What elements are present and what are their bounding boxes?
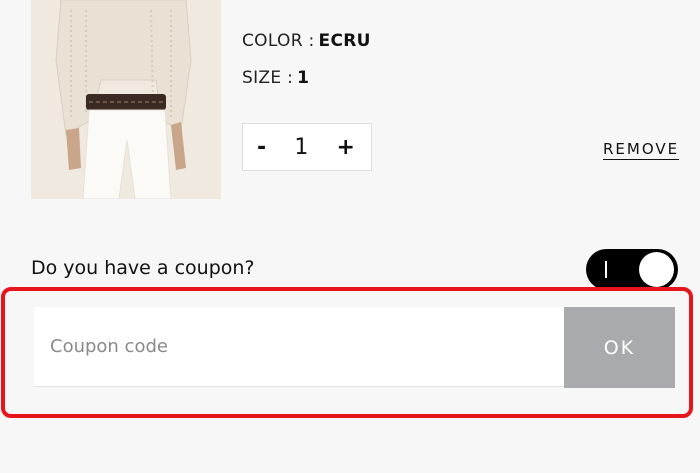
- coupon-ok-button[interactable]: OK: [564, 307, 675, 388]
- size-label: SIZE :: [242, 68, 294, 88]
- size-value: 1: [297, 68, 310, 88]
- coupon-question: Do you have a coupon?: [31, 257, 255, 279]
- color-value: ECRU: [318, 31, 371, 51]
- decrease-quantity-button[interactable]: -: [257, 135, 266, 160]
- color-label: COLOR :: [242, 31, 315, 51]
- toggle-on-icon: [605, 261, 607, 278]
- product-image: [31, 0, 221, 199]
- increase-quantity-button[interactable]: +: [337, 135, 355, 160]
- toggle-knob: [639, 252, 674, 287]
- product-color: COLOR : ECRU: [242, 31, 371, 51]
- quantity-value: 1: [294, 134, 309, 160]
- product-size: SIZE :1: [242, 68, 309, 88]
- coupon-toggle[interactable]: [586, 249, 678, 290]
- coupon-code-input[interactable]: [34, 307, 564, 387]
- quantity-stepper: - 1 +: [242, 123, 372, 171]
- remove-item-link[interactable]: REMOVE: [603, 140, 680, 160]
